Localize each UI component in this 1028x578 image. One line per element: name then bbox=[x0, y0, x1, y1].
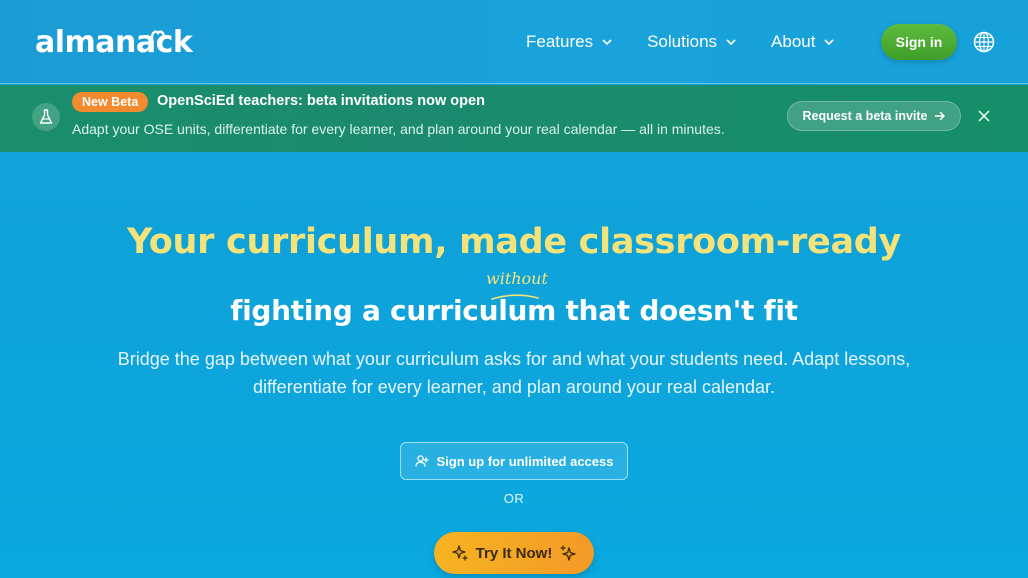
chevron-down-icon bbox=[824, 39, 835, 46]
nav-features-label: Features bbox=[526, 32, 594, 51]
nav-solutions-label: Solutions bbox=[647, 32, 718, 51]
sign-up-label: Sign up for unlimited access bbox=[436, 453, 614, 469]
or-divider: OR bbox=[503, 491, 525, 506]
sign-up-button[interactable]: Sign up for unlimited access bbox=[400, 442, 628, 480]
flask-icon bbox=[39, 109, 53, 124]
site-header: almanack Features Solutions About Sign i… bbox=[0, 0, 1028, 84]
banner-title: OpenSciEd teachers: beta invitations now… bbox=[157, 93, 485, 109]
request-beta-invite-button[interactable]: Request a beta invite bbox=[787, 101, 961, 131]
hero-description: Bridge the gap between what your curricu… bbox=[117, 349, 911, 397]
chevron-down-icon bbox=[602, 39, 612, 46]
new-beta-badge: New Beta bbox=[72, 92, 149, 112]
user-plus-icon bbox=[414, 455, 429, 467]
flask-badge bbox=[32, 103, 60, 131]
handwritten-annotation: without bbox=[486, 269, 548, 288]
beta-banner: New Beta OpenSciEd teachers: beta invita… bbox=[0, 85, 1028, 152]
nav-about[interactable]: About bbox=[771, 30, 835, 54]
close-icon[interactable] bbox=[977, 109, 991, 123]
sign-in-button[interactable]: Sign in bbox=[881, 24, 957, 60]
request-beta-invite-label: Request a beta invite bbox=[802, 109, 928, 123]
nav-solutions[interactable]: Solutions bbox=[647, 30, 737, 54]
try-it-now-label: Try It Now! bbox=[475, 544, 553, 562]
nav-about-label: About bbox=[771, 32, 816, 51]
almanack-logo[interactable]: almanack bbox=[35, 24, 193, 60]
logo-leaf-icon bbox=[150, 29, 166, 39]
logo-text: almanack bbox=[35, 24, 193, 60]
hero-title: Your curriculum, made classroom-ready bbox=[126, 222, 902, 262]
globe-icon[interactable] bbox=[973, 31, 995, 53]
main-nav: Features Solutions About bbox=[526, 30, 835, 54]
chevron-down-icon bbox=[726, 39, 736, 46]
hero-subtitle: fighting a curriculum that doesn't fit bbox=[230, 294, 798, 327]
sparkles-icon bbox=[452, 545, 468, 561]
arrow-right-icon bbox=[934, 111, 945, 121]
banner-subtitle: Adapt your OSE units, differentiate for … bbox=[72, 121, 725, 137]
try-it-now-button[interactable]: Try It Now! bbox=[434, 532, 594, 574]
nav-features[interactable]: Features bbox=[526, 30, 613, 54]
sparkles-icon bbox=[560, 545, 576, 561]
